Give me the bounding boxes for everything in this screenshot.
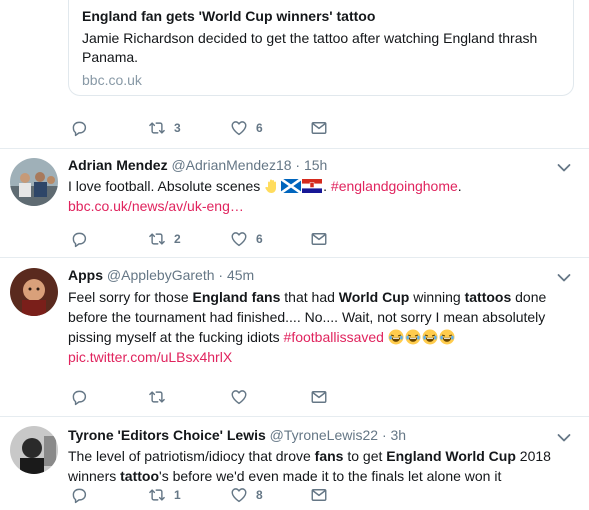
divider bbox=[0, 257, 589, 258]
separator: · bbox=[295, 157, 301, 173]
timestamp[interactable]: 15h bbox=[304, 157, 327, 173]
display-name[interactable]: Tyrone 'Editors Choice' Lewis bbox=[68, 427, 266, 443]
croatia-flag bbox=[302, 179, 323, 193]
avatar[interactable] bbox=[10, 426, 58, 474]
reply-button[interactable] bbox=[70, 486, 88, 504]
laughing-emoji bbox=[388, 329, 404, 345]
display-name[interactable]: Adrian Mendez bbox=[68, 157, 168, 173]
like-count: 6 bbox=[256, 121, 263, 135]
handle[interactable]: @ApplebyGareth bbox=[107, 267, 215, 283]
divider bbox=[0, 148, 589, 149]
tweet-header: Apps @ApplebyGareth · 45m bbox=[68, 266, 254, 284]
reply-icon bbox=[70, 230, 88, 248]
tweet-text-segment: to get bbox=[343, 448, 387, 464]
highlighted-term: tattoos bbox=[464, 289, 512, 305]
highlighted-term: tattoo bbox=[120, 468, 160, 484]
retweet-count: 1 bbox=[174, 488, 181, 502]
tweet-text-segment: . bbox=[457, 178, 462, 194]
reply-button[interactable] bbox=[70, 119, 88, 137]
retweet-button[interactable] bbox=[148, 388, 166, 406]
retweet-count: 3 bbox=[174, 121, 181, 135]
separator: · bbox=[381, 427, 387, 443]
like-count: 8 bbox=[256, 488, 263, 502]
scotland-flag bbox=[281, 179, 302, 193]
retweet-icon bbox=[148, 230, 166, 248]
heart-icon bbox=[230, 230, 248, 248]
tweet-text: Feel sorry for those England fans that h… bbox=[68, 287, 576, 367]
tweet-text-segment: . bbox=[323, 178, 331, 194]
laughing-emoji bbox=[405, 329, 421, 345]
divider bbox=[0, 416, 589, 417]
reply-button[interactable] bbox=[70, 230, 88, 248]
retweet-icon bbox=[148, 388, 166, 406]
raised-hand-emoji bbox=[265, 179, 277, 193]
direct-message-button[interactable] bbox=[310, 230, 328, 248]
url-link[interactable]: bbc.co.uk/news/av/uk-eng… bbox=[68, 198, 244, 214]
heart-icon bbox=[230, 486, 248, 504]
tweet-text-segment: that had bbox=[280, 289, 339, 305]
tweet-header: Adrian Mendez @AdrianMendez18 · 15h bbox=[68, 156, 327, 174]
mail-icon bbox=[310, 486, 328, 504]
avatar[interactable] bbox=[10, 158, 58, 206]
mail-icon bbox=[310, 230, 328, 248]
link-card[interactable]: England fan gets 'World Cup winners' tat… bbox=[68, 0, 574, 96]
reply-icon bbox=[70, 388, 88, 406]
mail-icon bbox=[310, 388, 328, 406]
like-button[interactable]: 6 bbox=[230, 230, 263, 248]
highlighted-term: England fans bbox=[192, 289, 281, 305]
highlighted-term: England World Cup bbox=[386, 448, 516, 464]
laughing-emoji bbox=[439, 329, 455, 345]
reply-icon bbox=[70, 486, 88, 504]
retweet-icon bbox=[148, 486, 166, 504]
media-link[interactable]: pic.twitter.com/uLBsx4hrlX bbox=[68, 349, 232, 365]
like-button[interactable]: 6 bbox=[230, 119, 263, 137]
tweet-text-segment: Feel sorry for those bbox=[68, 289, 193, 305]
hashtag-link[interactable]: #footballissaved bbox=[284, 329, 384, 345]
highlighted-term: World Cup bbox=[338, 289, 410, 305]
heart-icon bbox=[230, 119, 248, 137]
retweet-icon bbox=[148, 119, 166, 137]
display-name[interactable]: Apps bbox=[68, 267, 103, 283]
handle[interactable]: @AdrianMendez18 bbox=[171, 157, 291, 173]
handle[interactable]: @TyroneLewis22 bbox=[270, 427, 378, 443]
laughing-emoji bbox=[422, 329, 438, 345]
retweet-button[interactable]: 1 bbox=[148, 486, 181, 504]
heart-icon bbox=[230, 388, 248, 406]
direct-message-button[interactable] bbox=[310, 388, 328, 406]
tweet-text: I love football. Absolute scenes . #engl… bbox=[68, 176, 576, 216]
direct-message-button[interactable] bbox=[310, 119, 328, 137]
tweet-text-segment: winning bbox=[409, 289, 465, 305]
card-title[interactable]: England fan gets 'World Cup winners' tat… bbox=[82, 7, 560, 25]
caret-down-icon[interactable] bbox=[557, 273, 571, 283]
mail-icon bbox=[310, 119, 328, 137]
direct-message-button[interactable] bbox=[310, 486, 328, 504]
reply-icon bbox=[70, 119, 88, 137]
hashtag-link[interactable]: #englandgoinghome bbox=[331, 178, 458, 194]
retweet-button[interactable]: 3 bbox=[148, 119, 181, 137]
tweet-text: The level of patriotism/idiocy that drov… bbox=[68, 446, 576, 486]
tweet-header: Tyrone 'Editors Choice' Lewis @TyroneLew… bbox=[68, 426, 406, 444]
caret-down-icon[interactable] bbox=[557, 163, 571, 173]
like-button[interactable]: 8 bbox=[230, 486, 263, 504]
tweet-text-segment: 's before we'd even made it to the final… bbox=[159, 468, 502, 484]
timestamp[interactable]: 45m bbox=[227, 267, 254, 283]
caret-down-icon[interactable] bbox=[557, 433, 571, 443]
highlighted-term: fans bbox=[314, 448, 344, 464]
like-count: 6 bbox=[256, 232, 263, 246]
retweet-count: 2 bbox=[174, 232, 181, 246]
avatar[interactable] bbox=[10, 268, 58, 316]
separator: · bbox=[218, 267, 224, 283]
tweet-text-segment: The level of patriotism/idiocy that drov… bbox=[68, 448, 315, 464]
retweet-button[interactable]: 2 bbox=[148, 230, 181, 248]
timestamp[interactable]: 3h bbox=[391, 427, 407, 443]
tweet-text-segment: I love football. Absolute scenes bbox=[68, 178, 265, 194]
like-button[interactable] bbox=[230, 388, 248, 406]
card-domain: bbc.co.uk bbox=[82, 72, 142, 88]
card-description: Jamie Richardson decided to get the tatt… bbox=[82, 30, 538, 65]
reply-button[interactable] bbox=[70, 388, 88, 406]
